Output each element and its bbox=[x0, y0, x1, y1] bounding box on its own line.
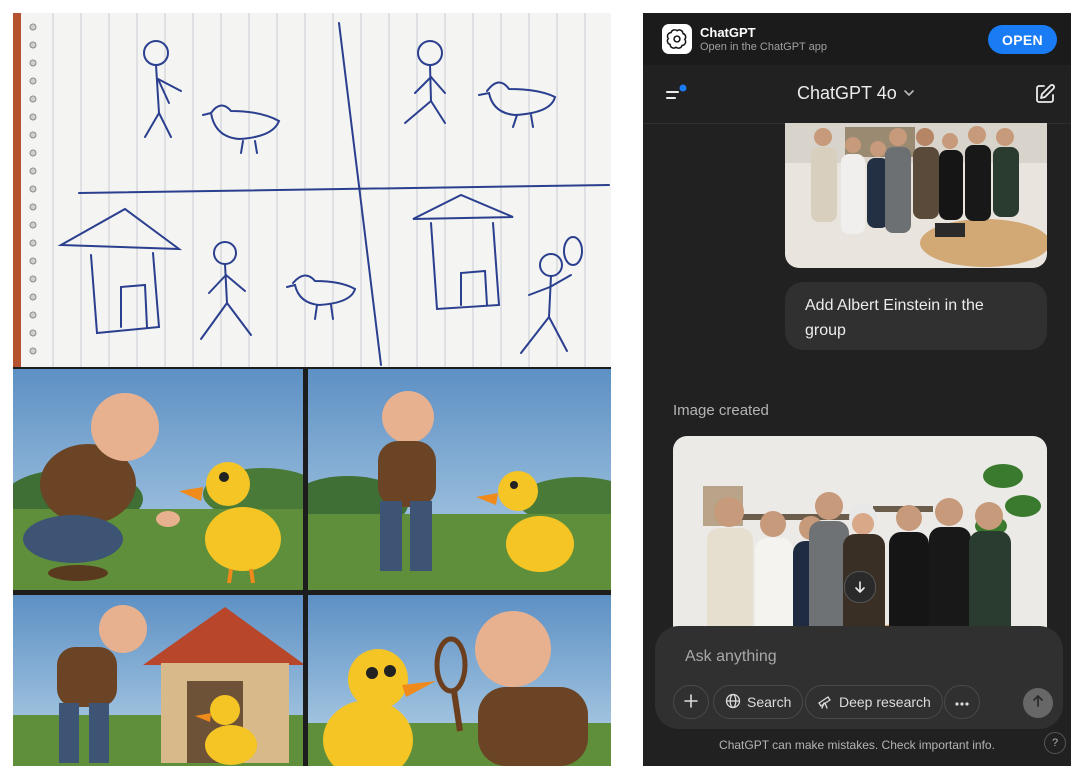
cartoon-panel-magnifier bbox=[308, 595, 611, 766]
model-label: ChatGPT 4o bbox=[797, 83, 897, 103]
plus-icon bbox=[683, 693, 699, 712]
notebook-sketch bbox=[13, 13, 611, 367]
banner-app-name: ChatGPT bbox=[700, 25, 756, 40]
user-message-text: Add Albert Einstein in the group bbox=[805, 297, 984, 339]
help-button[interactable]: ? bbox=[1044, 732, 1066, 754]
cartoon-panel-house bbox=[13, 595, 303, 766]
generated-group-photo[interactable] bbox=[673, 436, 1047, 646]
model-selector[interactable]: ChatGPT 4o bbox=[797, 83, 915, 104]
edit-icon[interactable] bbox=[1033, 82, 1057, 106]
open-in-app-banner: ChatGPT Open in the ChatGPT app OPEN bbox=[643, 13, 1071, 65]
open-app-button[interactable]: OPEN bbox=[988, 25, 1057, 54]
cartoon-panel-walking bbox=[308, 369, 611, 590]
chevron-down-icon bbox=[903, 83, 915, 104]
search-button[interactable]: Search bbox=[713, 685, 804, 719]
message-composer: Search Deep research bbox=[655, 626, 1063, 729]
chat-header: ChatGPT 4o bbox=[643, 65, 1071, 124]
more-options-button[interactable] bbox=[944, 685, 980, 719]
arrow-up-icon bbox=[1031, 694, 1045, 713]
deep-research-button[interactable]: Deep research bbox=[805, 685, 943, 719]
openai-logo-icon bbox=[662, 24, 692, 54]
chatgpt-mobile-screen: ChatGPT Open in the ChatGPT app OPEN Cha… bbox=[643, 13, 1071, 766]
banner-subtitle: Open in the ChatGPT app bbox=[700, 41, 827, 53]
telescope-icon bbox=[817, 693, 833, 712]
search-label: Search bbox=[747, 694, 792, 710]
attach-button[interactable] bbox=[673, 685, 709, 719]
sidebar-menu-icon[interactable] bbox=[665, 81, 691, 107]
send-button[interactable] bbox=[1023, 688, 1053, 718]
ask-anything-input[interactable] bbox=[683, 644, 1027, 670]
comic-collage bbox=[13, 13, 611, 766]
cartoon-panel-feeding bbox=[13, 369, 303, 590]
more-dots-icon bbox=[954, 694, 970, 710]
deep-research-label: Deep research bbox=[839, 694, 931, 710]
disclaimer-text: ChatGPT can make mistakes. Check importa… bbox=[719, 738, 995, 752]
image-created-label: Image created bbox=[673, 402, 769, 419]
globe-icon bbox=[725, 693, 741, 712]
download-arrow-icon[interactable] bbox=[844, 571, 876, 603]
uploaded-group-photo[interactable] bbox=[785, 123, 1047, 268]
user-message-bubble: Add Albert Einstein in the group bbox=[785, 282, 1047, 350]
